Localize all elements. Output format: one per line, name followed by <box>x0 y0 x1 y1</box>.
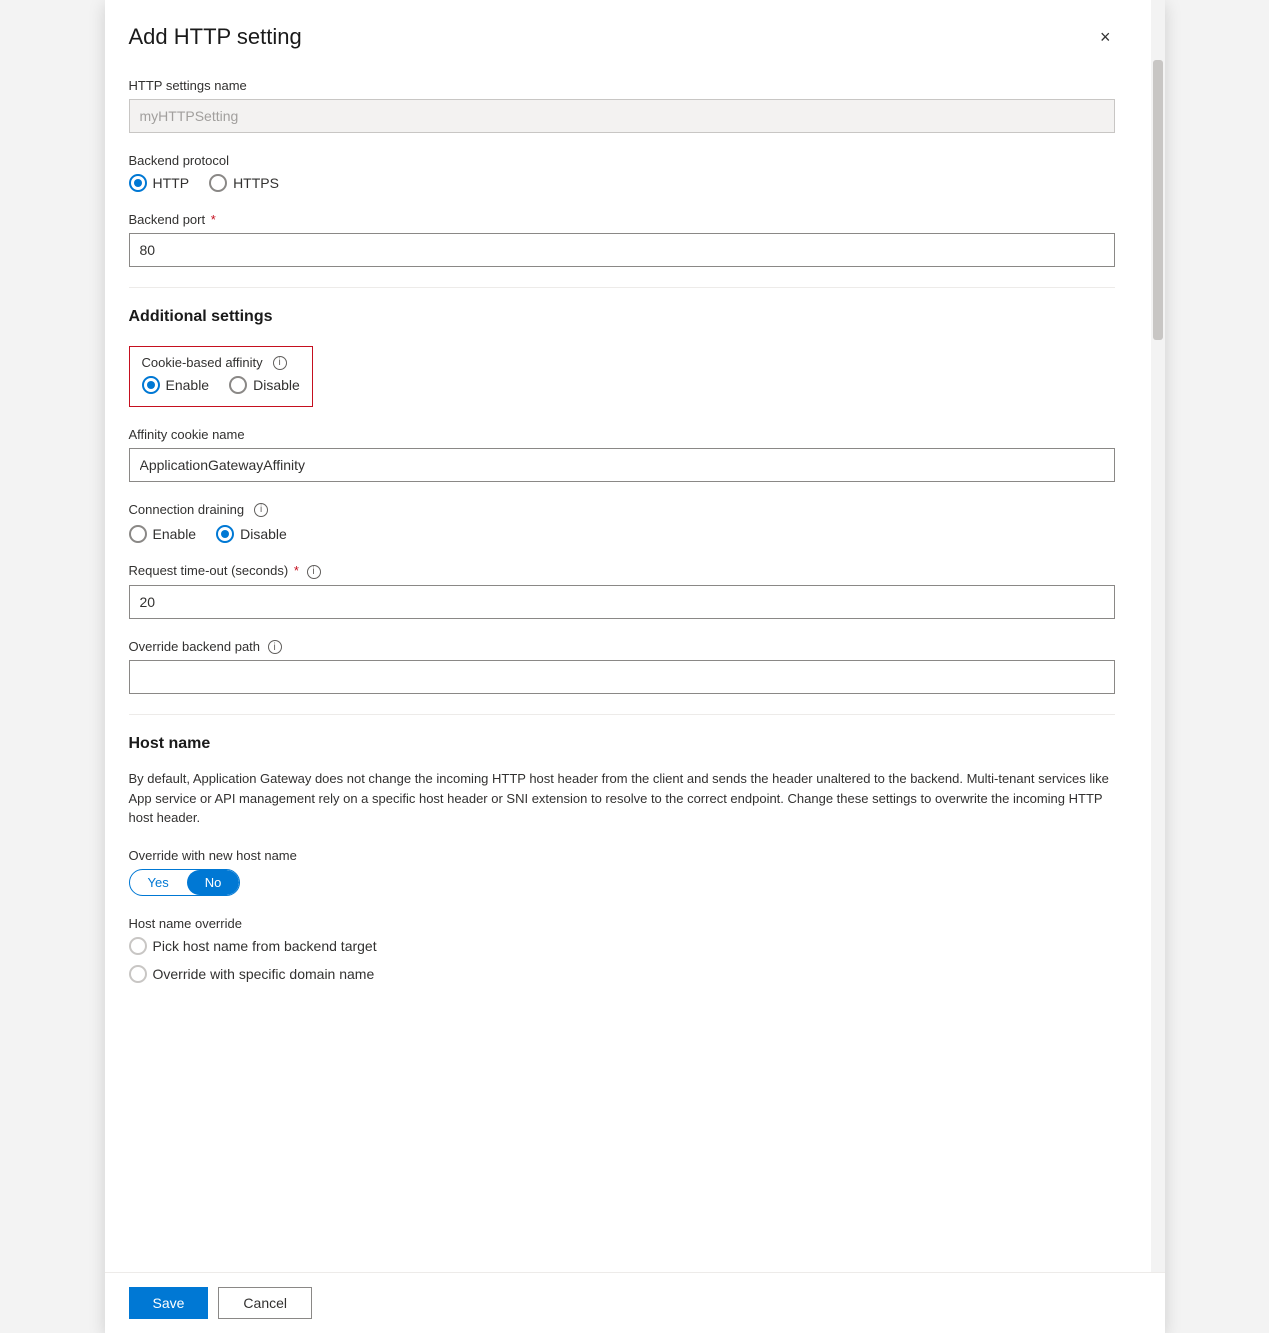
backend-protocol-radio-group: HTTP HTTPS <box>129 174 1115 192</box>
http-settings-name-label: HTTP settings name <box>129 78 1115 93</box>
affinity-disable-radio[interactable] <box>229 376 247 394</box>
affinity-enable-radio[interactable] <box>142 376 160 394</box>
cookie-affinity-label: Cookie-based affinity <box>142 355 263 370</box>
cookie-affinity-box: Cookie-based affinity i Enable Disable <box>129 346 313 407</box>
pick-hostname-label[interactable]: Pick host name from backend target <box>129 937 377 955</box>
toggle-yes-button[interactable]: Yes <box>130 870 187 895</box>
backend-port-group: Backend port * <box>129 212 1115 267</box>
override-new-hostname-label: Override with new host name <box>129 848 1115 863</box>
request-timeout-group: Request time-out (seconds) * i <box>129 563 1115 619</box>
host-name-section-title: Host name <box>129 735 1115 753</box>
override-backend-path-label: Override backend path i <box>129 639 1115 655</box>
cookie-affinity-label-row: Cookie-based affinity i <box>142 355 300 370</box>
override-backend-path-input[interactable] <box>129 660 1115 694</box>
additional-settings-group: Additional settings Cookie-based affinit… <box>129 308 1115 407</box>
override-hostname-toggle[interactable]: Yes No <box>129 869 241 896</box>
connection-draining-info-icon: i <box>254 503 268 517</box>
add-http-setting-dialog: Add HTTP setting × HTTP settings name Ba… <box>105 0 1165 1333</box>
draining-disable-text: Disable <box>240 526 287 542</box>
draining-enable-text: Enable <box>153 526 197 542</box>
request-timeout-info-icon: i <box>307 565 321 579</box>
affinity-cookie-name-label: Affinity cookie name <box>129 427 1115 442</box>
toggle-no-button[interactable]: No <box>187 870 240 895</box>
protocol-http-label[interactable]: HTTP <box>129 174 190 192</box>
protocol-https-text: HTTPS <box>233 175 279 191</box>
draining-enable-radio[interactable] <box>129 525 147 543</box>
override-domain-radio[interactable] <box>129 965 147 983</box>
http-settings-name-input[interactable] <box>129 99 1115 133</box>
override-backend-path-group: Override backend path i <box>129 639 1115 695</box>
dialog-header: Add HTTP setting × <box>129 24 1115 50</box>
cancel-button[interactable]: Cancel <box>218 1287 312 1319</box>
protocol-http-text: HTTP <box>153 175 190 191</box>
override-backend-path-info-icon: i <box>268 640 282 654</box>
draining-disable-label[interactable]: Disable <box>216 525 287 543</box>
connection-draining-label: Connection draining <box>129 502 245 517</box>
override-new-hostname-group: Override with new host name Yes No <box>129 848 1115 896</box>
divider-1 <box>129 287 1115 288</box>
save-button[interactable]: Save <box>129 1287 209 1319</box>
backend-protocol-group: Backend protocol HTTP HTTPS <box>129 153 1115 192</box>
affinity-cookie-name-group: Affinity cookie name <box>129 427 1115 482</box>
hostname-override-group: Host name override Pick host name from b… <box>129 916 1115 983</box>
draining-disable-radio[interactable] <box>216 525 234 543</box>
close-button[interactable]: × <box>1096 24 1115 50</box>
cookie-affinity-radio-group: Enable Disable <box>142 376 300 394</box>
request-timeout-input[interactable] <box>129 585 1115 619</box>
pick-hostname-radio[interactable] <box>129 937 147 955</box>
hostname-override-radio-group: Pick host name from backend target Overr… <box>129 937 1115 983</box>
protocol-https-label[interactable]: HTTPS <box>209 174 279 192</box>
host-name-group: Host name By default, Application Gatewa… <box>129 735 1115 983</box>
dialog-footer: Save Cancel <box>105 1272 1165 1333</box>
backend-port-label: Backend port * <box>129 212 1115 227</box>
scrollbar-thumb[interactable] <box>1153 60 1163 340</box>
protocol-https-radio[interactable] <box>209 174 227 192</box>
host-name-description: By default, Application Gateway does not… <box>129 769 1115 828</box>
connection-draining-radio-group: Enable Disable <box>129 525 1115 543</box>
pick-hostname-text: Pick host name from backend target <box>153 938 377 954</box>
draining-enable-label[interactable]: Enable <box>129 525 197 543</box>
affinity-disable-label[interactable]: Disable <box>229 376 300 394</box>
affinity-cookie-name-input[interactable] <box>129 448 1115 482</box>
request-timeout-required: * <box>294 563 299 578</box>
connection-draining-label-row: Connection draining i <box>129 502 1115 517</box>
hostname-override-label: Host name override <box>129 916 1115 931</box>
backend-port-required: * <box>211 212 216 227</box>
http-settings-name-group: HTTP settings name <box>129 78 1115 133</box>
affinity-enable-label[interactable]: Enable <box>142 376 210 394</box>
affinity-enable-text: Enable <box>166 377 210 393</box>
override-domain-text: Override with specific domain name <box>153 966 375 982</box>
dialog-title: Add HTTP setting <box>129 24 302 50</box>
backend-protocol-label: Backend protocol <box>129 153 1115 168</box>
affinity-disable-text: Disable <box>253 377 300 393</box>
override-domain-label[interactable]: Override with specific domain name <box>129 965 375 983</box>
backend-port-input[interactable] <box>129 233 1115 267</box>
divider-2 <box>129 714 1115 715</box>
scrollbar[interactable] <box>1151 0 1165 1333</box>
protocol-http-radio[interactable] <box>129 174 147 192</box>
additional-settings-title: Additional settings <box>129 308 1115 326</box>
request-timeout-label: Request time-out (seconds) * i <box>129 563 1115 579</box>
connection-draining-group: Connection draining i Enable Disable <box>129 502 1115 543</box>
cookie-affinity-info-icon: i <box>273 356 287 370</box>
